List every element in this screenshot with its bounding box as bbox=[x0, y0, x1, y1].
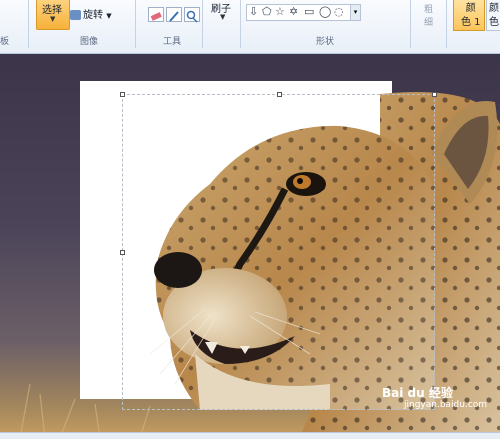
group-divider bbox=[135, 0, 136, 48]
eraser-icon[interactable] bbox=[148, 7, 164, 22]
color1-label[interactable]: 颜 色 1 bbox=[461, 2, 481, 30]
chevron-down-icon[interactable]: ▼ bbox=[50, 15, 55, 23]
callout-rect-shape-icon[interactable]: ▭ bbox=[304, 5, 314, 18]
clipboard-group-label: 板 bbox=[0, 37, 10, 47]
outline-size-button[interactable]: 粗 细 bbox=[424, 4, 433, 30]
group-divider bbox=[240, 0, 241, 48]
color2-label[interactable]: 颜 色 bbox=[489, 2, 499, 30]
magnifier-icon[interactable] bbox=[184, 7, 200, 23]
pentagon-shape-icon[interactable]: ⬠ bbox=[262, 5, 272, 18]
resize-handle[interactable] bbox=[120, 250, 125, 255]
down-arrow-shape-icon[interactable]: ⇩ bbox=[249, 5, 258, 18]
shapes-more-button[interactable]: ▾ bbox=[350, 4, 361, 21]
rotate-label: 旋转 bbox=[83, 10, 103, 21]
ribbon-toolbar: 板 选择 ▼ 旋转 ▼ 图像 工具 刷子 ▼ ⇩ ⬠ ☆ ✡ ▭ ◯ ◌ ▾ 形… bbox=[0, 0, 500, 54]
select-button-label[interactable]: 选择 bbox=[42, 1, 62, 16]
resize-handle[interactable] bbox=[432, 92, 437, 97]
color-picker-icon[interactable] bbox=[166, 7, 182, 22]
star6-shape-icon[interactable]: ✡ bbox=[289, 5, 298, 18]
rotate-button[interactable]: 旋转 ▼ bbox=[70, 6, 112, 21]
callout-oval-shape-icon[interactable]: ◯ bbox=[319, 5, 331, 18]
canvas-workspace[interactable] bbox=[0, 54, 500, 438]
star-shape-icon[interactable]: ☆ bbox=[275, 5, 285, 18]
shapes-group-label: 形状 bbox=[316, 37, 335, 47]
image-group-label: 图像 bbox=[80, 37, 99, 47]
shapes-gallery[interactable]: ⇩ ⬠ ☆ ✡ ▭ ◯ ◌ bbox=[246, 4, 352, 21]
chevron-down-icon: ▼ bbox=[106, 12, 112, 20]
group-divider bbox=[410, 0, 411, 48]
group-divider bbox=[202, 0, 203, 48]
baidu-watermark-logo: Bai du 经验 bbox=[382, 386, 453, 400]
group-divider bbox=[446, 0, 447, 48]
chevron-down-icon[interactable]: ▼ bbox=[220, 13, 225, 21]
resize-handle[interactable] bbox=[120, 92, 125, 97]
resize-handle[interactable] bbox=[277, 92, 282, 97]
selection-rectangle[interactable] bbox=[120, 92, 437, 410]
group-divider bbox=[28, 0, 29, 48]
baidu-watermark-url: jingyan.baidu.com bbox=[404, 400, 488, 410]
tools-group-label: 工具 bbox=[163, 37, 182, 47]
rotate-icon bbox=[70, 10, 81, 20]
callout-cloud-shape-icon[interactable]: ◌ bbox=[334, 5, 344, 18]
